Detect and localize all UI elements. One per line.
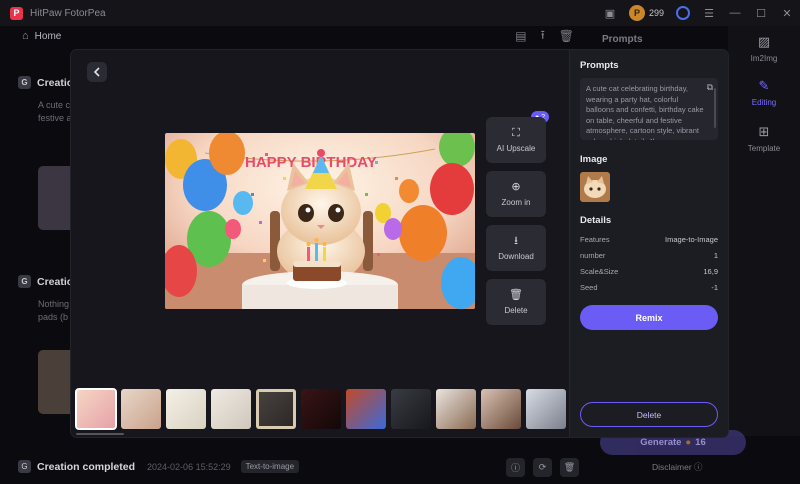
- zoom-in-icon: ⊕: [511, 180, 521, 193]
- thumbnail-portrait-woman[interactable]: [481, 389, 521, 429]
- birthday-cat-illustration: HAPPY BIRTHDAY: [165, 133, 475, 309]
- delete-button[interactable]: 🗑 Delete: [486, 279, 546, 325]
- prompts-heading: Prompts: [580, 60, 619, 71]
- back-button[interactable]: [87, 62, 107, 82]
- window-screenshot-icon[interactable]: ▣: [597, 0, 623, 26]
- ai-upscale-button[interactable]: ⛶ AI Upscale: [486, 117, 546, 163]
- trash-icon[interactable]: 🗑: [559, 29, 574, 43]
- remix-button[interactable]: Remix: [580, 305, 718, 330]
- right-rail: ▨ Im2Img ✎ Editing ⊞ Template: [728, 26, 800, 436]
- trash-icon[interactable]: 🗑: [560, 458, 579, 477]
- thumbnail-strip: [75, 388, 566, 431]
- refresh-icon[interactable]: ⟳: [533, 458, 552, 477]
- reference-cat-image: [580, 172, 610, 202]
- image-heading: Image: [580, 154, 608, 165]
- title-bar-controls: ▣ P 299 ☰ — ☐ ✕: [597, 0, 800, 26]
- close-button[interactable]: ✕: [774, 0, 800, 26]
- detail-row-features: Features Image-to-Image: [580, 235, 718, 244]
- detail-row-scale-size: Scale&Size 16,9: [580, 267, 718, 276]
- title-bar: P HitPaw FotorPea ▣ P 299 ☰ — ☐ ✕: [0, 0, 800, 26]
- rail-item-editing[interactable]: ✎ Editing: [734, 78, 794, 107]
- thumbnail-scrollbar[interactable]: [76, 433, 124, 435]
- app-title: HitPaw FotorPea: [30, 7, 106, 19]
- bg-card-1-text-2: festive a: [38, 113, 72, 123]
- thumbnail-dark-dragon[interactable]: [301, 389, 341, 429]
- info-icon[interactable]: ⓘ: [506, 458, 525, 477]
- detail-row-seed: Seed -1: [580, 283, 718, 292]
- bg-card-2-text-2: pads (b: [38, 312, 69, 322]
- rail-item-template[interactable]: ⊞ Template: [734, 124, 794, 153]
- details-heading: Details: [580, 215, 612, 226]
- copy-icon[interactable]: ⧉: [707, 82, 713, 93]
- image-icon: ▨: [757, 34, 771, 49]
- generation-icon: G: [18, 460, 31, 473]
- reference-image[interactable]: [580, 172, 610, 202]
- detail-row-number: number 1: [580, 251, 718, 260]
- coin-balance[interactable]: P 299: [628, 5, 664, 21]
- prompt-scrollbar[interactable]: [714, 88, 716, 128]
- menu-icon[interactable]: ☰: [696, 0, 722, 26]
- home-bar: ⌂ Home ▤ ⭱ 🗑: [0, 26, 590, 46]
- coin-icon: ●: [685, 437, 692, 448]
- upscale-icon: ⛶: [512, 126, 520, 139]
- bg-card-2-text: Nothing: [38, 299, 70, 309]
- thumbnail-sleeping-baby[interactable]: [121, 389, 161, 429]
- image-preview-modal: HAPPY BIRTHDAY ⛶ AI Upscale ⊕ Zoom in ⭳ …: [71, 50, 728, 437]
- thumbnail-fire-dragon[interactable]: [346, 389, 386, 429]
- creation-type-tag: Text-to-image: [240, 460, 300, 473]
- user-icon[interactable]: [670, 0, 696, 26]
- maximize-button[interactable]: ☐: [748, 0, 774, 26]
- trash-icon: 🗑: [509, 288, 523, 301]
- thumbnail-sketch-1[interactable]: [166, 389, 206, 429]
- generation-icon: G: [18, 76, 31, 89]
- avatar: [676, 6, 690, 20]
- rail-item-img2img[interactable]: ▨ Im2Img: [734, 34, 794, 63]
- banner-text: HAPPY BIRTHDAY: [245, 154, 377, 171]
- creation-tools: ⓘ ⟳ 🗑: [506, 458, 579, 477]
- bg-card-1-text: A cute c: [38, 100, 71, 110]
- prompt-text: A cute cat celebrating birthday, wearing…: [586, 84, 704, 140]
- grid-icon: ⊞: [758, 124, 770, 139]
- panel-delete-button[interactable]: Delete: [580, 402, 718, 427]
- creation-date: 2024-02-06 15:52:29: [147, 461, 231, 472]
- generation-icon: G: [18, 275, 31, 288]
- minimize-button[interactable]: —: [722, 0, 748, 26]
- thumbnail-birthday-cat[interactable]: [75, 388, 117, 430]
- app-logo: P: [10, 6, 23, 20]
- creation-status: Creation completed: [37, 460, 136, 473]
- download-button[interactable]: ⭳ Download: [486, 225, 546, 271]
- home-tools: ▤ ⭱ 🗑: [515, 26, 574, 46]
- prompt-box[interactable]: A cute cat celebrating birthday, wearing…: [580, 78, 718, 140]
- thumbnail-creature-collage[interactable]: [256, 389, 296, 429]
- thumbnail-sketch-2[interactable]: [211, 389, 251, 429]
- book-icon[interactable]: ▤: [515, 29, 526, 43]
- download-icon: ⭳: [514, 234, 518, 247]
- chevron-left-icon: [93, 67, 100, 77]
- home-icon[interactable]: ⌂: [22, 30, 29, 42]
- bg-prompts-heading: Prompts: [602, 34, 643, 45]
- thumbnail-princess-1[interactable]: [436, 389, 476, 429]
- home-link[interactable]: Home: [35, 31, 62, 42]
- upload-icon[interactable]: ⭱: [541, 26, 545, 47]
- edit-icon: ✎: [758, 78, 770, 93]
- thumbnail-princess-2[interactable]: [526, 389, 566, 429]
- bottom-creation-row: G Creation completed 2024-02-06 15:52:29…: [0, 450, 800, 484]
- zoom-in-button[interactable]: ⊕ Zoom in: [486, 171, 546, 217]
- thumbnail-black-dragon[interactable]: [391, 389, 431, 429]
- coin-count: 299: [648, 8, 664, 18]
- details-panel: Prompts A cute cat celebrating birthday,…: [569, 50, 728, 437]
- main-preview-image[interactable]: HAPPY BIRTHDAY: [165, 133, 475, 309]
- coin-icon: P: [628, 5, 645, 21]
